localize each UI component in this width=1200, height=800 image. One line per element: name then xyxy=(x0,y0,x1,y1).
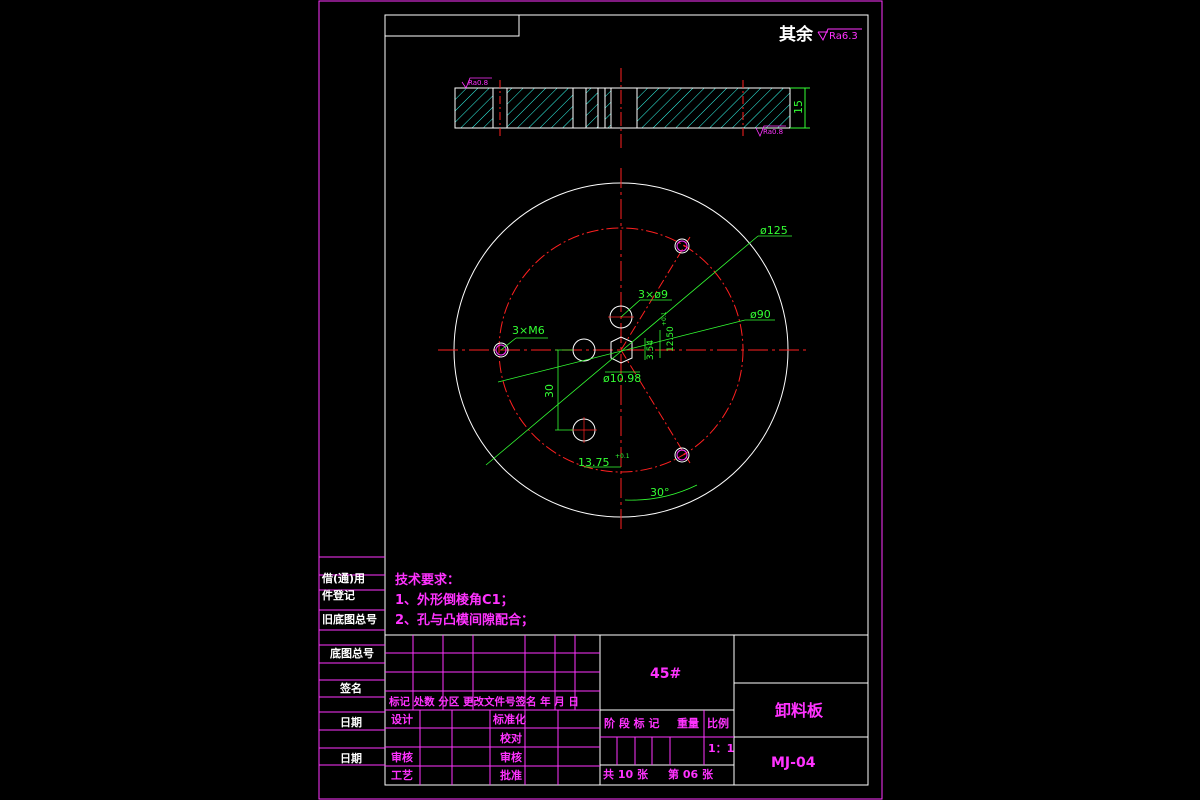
dim-12-5-tol: +0.1 xyxy=(661,311,668,326)
label-process: 工艺 xyxy=(391,768,413,782)
dim-outer-diameter: ø125 xyxy=(760,224,788,237)
header-stage: 阶 段 标 记 xyxy=(604,716,660,730)
corner-label-box xyxy=(384,14,520,37)
material: 45# xyxy=(650,666,681,682)
dim-12-5: 12.50 xyxy=(666,326,676,352)
side-label-sign: 签名 xyxy=(339,681,362,695)
side-label-old-total: 旧底图总号 xyxy=(322,612,377,626)
side-label-date2: 日期 xyxy=(340,751,362,765)
label-check: 校对 xyxy=(500,731,522,745)
dim-13-75-tol: +0.1 xyxy=(615,453,630,460)
tech-req-line2: 2、孔与凸模间隙配合； xyxy=(395,612,534,628)
dim-30: 30 xyxy=(543,384,556,398)
tech-req-line1: 1、外形倒棱角C1； xyxy=(395,592,514,608)
side-label-date1: 日期 xyxy=(340,715,362,729)
roughness-value: Ra6.3 xyxy=(829,31,858,42)
hole-gap xyxy=(573,88,586,128)
part-name: 卸料板 xyxy=(775,701,824,720)
tech-req-title: 技术要求： xyxy=(395,572,460,588)
dim-hole-9: 3×ø9 xyxy=(638,288,668,301)
label-design: 设计 xyxy=(391,712,413,726)
label-review: 审核 xyxy=(391,750,413,764)
label-approve: 批准 xyxy=(500,768,522,782)
dim-hole-m6: 3×M6 xyxy=(512,324,545,337)
roughness-top: Ra0.8 xyxy=(468,79,488,87)
sheet-number: 第 06 张 xyxy=(668,767,714,781)
side-label-total: 底图总号 xyxy=(330,646,374,660)
hole-gap xyxy=(598,88,605,128)
dim-small: 3.54 xyxy=(646,340,656,360)
label-study: 审核 xyxy=(500,750,522,764)
side-label-borrow: 借(通)用 xyxy=(321,571,365,585)
dim-pitch-diameter: ø90 xyxy=(750,308,771,321)
roughness-bottom: Ra0.8 xyxy=(763,128,783,136)
dim-13-75: 13.75 xyxy=(578,456,610,469)
plan-view: ø125 ø90 3×ø9 3×M6 12.50 +0.1 3.54 ø10.9… xyxy=(438,168,806,532)
header-scale: 比例 xyxy=(707,716,729,730)
drawing-number: MJ-04 xyxy=(771,755,816,771)
roughness-prefix: 其余 xyxy=(779,24,814,45)
label-standardization: 标准化 xyxy=(492,712,526,726)
dim-angle: 30° xyxy=(650,486,670,499)
dim-hex: ø10.98 xyxy=(603,372,641,385)
cad-drawing: 其余 Ra6.3 15 Ra0.8 Ra0.8 ø125 ø90 3×ø9 3×… xyxy=(318,0,883,800)
revision-headers: 标记 处数 分区 更改文件号签名 年 月 日 xyxy=(388,695,579,708)
total-sheets: 共 10 张 xyxy=(603,767,649,781)
section-view: 15 Ra0.8 Ra0.8 xyxy=(454,68,810,150)
hole-gap xyxy=(611,88,637,128)
scale-value: 1：1 xyxy=(708,742,734,755)
inner-frame xyxy=(384,14,869,786)
thickness-dimension: 15 xyxy=(792,100,805,114)
side-label-register: 件登记 xyxy=(322,588,355,602)
header-weight: 重量 xyxy=(677,716,699,730)
